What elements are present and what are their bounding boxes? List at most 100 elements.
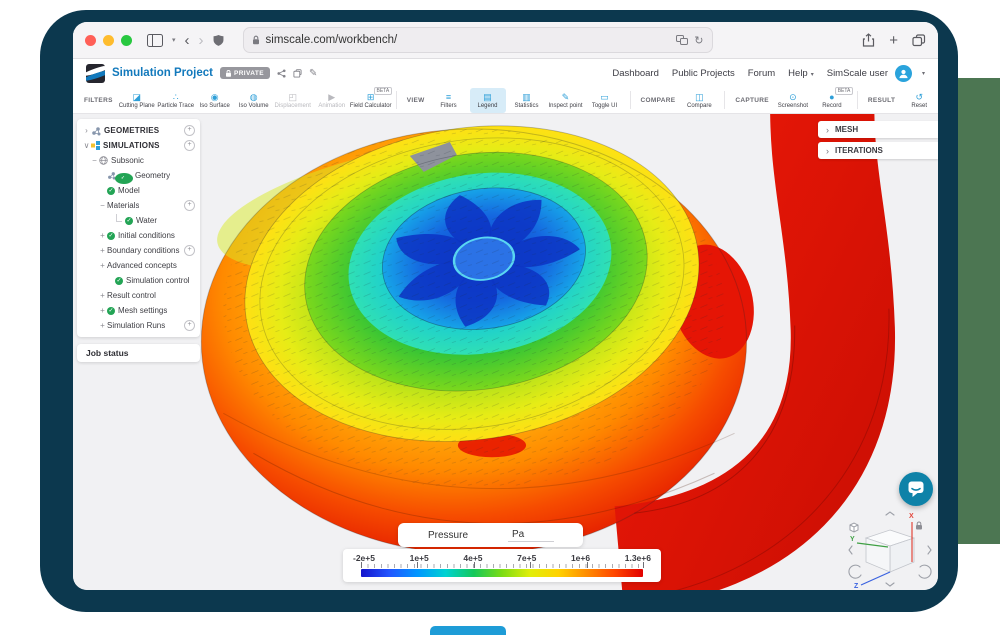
new-tab-button[interactable]: + [889,33,898,48]
nav-simscale-user[interactable]: SimScale user [827,68,888,79]
add-button[interactable]: + [184,200,195,211]
sidebar-toggle-button[interactable] [147,34,163,47]
expander-right-icon[interactable]: › [82,126,91,135]
tool-screenshot[interactable]: ⊙Screenshot [775,88,811,113]
url-text[interactable]: simscale.com/workbench/ [266,34,671,46]
view-lock-icon[interactable] [916,522,922,530]
back-button[interactable]: ‹ [185,33,190,48]
tree-item-simulation-runs[interactable]: +Simulation Runs+ [77,318,200,333]
expander-plus-icon[interactable]: + [98,321,107,330]
tool-particle-trace[interactable]: ∴Particle Trace [158,88,194,113]
nav-public-projects[interactable]: Public Projects [672,68,735,79]
expander-minus-icon[interactable]: − [90,156,99,165]
tree-item-water[interactable]: ✓Water [77,213,200,228]
tool-reset[interactable]: ↺Reset [901,88,937,113]
minimize-window-button[interactable] [103,35,114,46]
expander-plus-icon[interactable]: + [98,261,107,270]
add-button[interactable]: + [184,140,195,151]
add-button[interactable]: + [184,245,195,256]
tree-item-initial-conditions[interactable]: +✓Initial conditions [77,228,200,243]
tree-item-result-control[interactable]: +Result control [77,288,200,303]
close-window-button[interactable] [85,35,96,46]
viewport-3d[interactable]: ›GEOMETRIES+∨SIMULATIONS+−Subsonic✓Geome… [73,114,938,590]
results-toolbar: FILTERS◪Cutting Plane∴Particle Trace◉Iso… [73,87,938,114]
backdrop-green-panel [956,78,1000,544]
tree-item-geometry[interactable]: ✓Geometry [77,168,200,183]
toolbar-group-label-result: RESULT [868,97,895,104]
share-project-icon[interactable] [277,69,286,78]
chevron-down-icon[interactable]: ▾ [922,70,925,77]
roll-ccw-button[interactable] [849,565,861,578]
expander-plus-icon[interactable]: + [98,291,107,300]
chevron-down-icon[interactable]: ▾ [172,37,176,44]
tree-item-simulation-control[interactable]: ✓Simulation control [77,273,200,288]
tool-filters[interactable]: ≡Filters [431,88,467,113]
pump-pressure-model[interactable] [73,114,938,590]
tool-iso-surface[interactable]: ◉Iso Surface [197,88,233,113]
beta-badge: BETA [374,87,392,95]
legend-field-select[interactable]: Pressure [428,530,468,541]
add-button[interactable]: + [184,125,195,136]
add-button[interactable]: + [184,320,195,331]
project-title[interactable]: Simulation Project [112,67,213,79]
tool-iso-volume[interactable]: ◍Iso Volume [236,88,272,113]
nav-help[interactable]: Help▾ [788,68,814,79]
tool-toggle-ui[interactable]: ▭Toggle UI [587,88,623,113]
tool-cutting-plane[interactable]: ◪Cutting Plane [119,88,155,113]
nav-forum[interactable]: Forum [748,68,775,79]
reload-icon[interactable]: ↻ [694,34,703,47]
job-status-label: Job status [86,348,129,358]
copy-project-icon[interactable] [293,69,302,78]
rotate-right-button[interactable] [928,546,931,554]
chat-button[interactable] [899,472,933,506]
legend-unit-select[interactable]: Pa [508,529,554,542]
tool-label: Toggle UI [592,103,617,109]
translate-icon[interactable] [676,35,688,45]
tool-legend[interactable]: ▤Legend [470,88,506,113]
tool-label: Animation [318,103,345,109]
tool-statistics[interactable]: ▥Statistics [509,88,545,113]
job-status-panel[interactable]: Job status [77,344,200,362]
address-bar[interactable]: simscale.com/workbench/ ↻ [243,27,713,53]
expander-plus-icon[interactable]: + [98,231,107,240]
toggle-ui-icon: ▭ [600,92,609,102]
tool-compare[interactable]: ◫Compare [681,88,717,113]
tool-displacement[interactable]: ◰Displacement [275,88,311,113]
x-axis-label: X [909,513,914,520]
edit-icon[interactable]: ✎ [309,68,317,79]
rotate-up-button[interactable] [886,512,894,515]
iso-view-icon[interactable] [850,523,858,532]
tab-overview-icon[interactable] [912,34,926,47]
expander-minus-icon[interactable]: − [98,201,107,210]
iterations-panel-toggle[interactable]: › ITERATIONS [818,142,938,159]
expander-plus-icon[interactable]: + [98,246,107,255]
tree-item-advanced-concepts[interactable]: +Advanced concepts [77,258,200,273]
tool-field-calculator[interactable]: BETA⊞Field Calculator [353,88,389,113]
rotate-down-button[interactable] [886,583,894,586]
tree-item-geometries[interactable]: ›GEOMETRIES+ [77,123,200,138]
privacy-shield-icon[interactable] [213,34,224,47]
zoom-window-button[interactable] [121,35,132,46]
rotate-left-button[interactable] [849,546,852,554]
tree-item-materials[interactable]: −Materials+ [77,198,200,213]
tree-item-model[interactable]: ✓Model [77,183,200,198]
forward-button[interactable]: › [199,33,204,48]
tool-inspect-point[interactable]: ✎Inspect point [548,88,584,113]
view-navigation-widget[interactable]: X Y Z [844,508,936,590]
cube[interactable] [866,530,914,572]
tree-item-subsonic[interactable]: −Subsonic [77,153,200,168]
roll-cw-button[interactable] [919,565,931,578]
tool-record[interactable]: BETA●Record [814,88,850,113]
mesh-panel-toggle[interactable]: › MESH [818,121,938,138]
tree-item-boundary-conditions[interactable]: +Boundary conditions+ [77,243,200,258]
tool-animation[interactable]: ▶Animation [314,88,350,113]
expander-down-icon[interactable]: ∨ [82,141,91,150]
share-page-icon[interactable] [862,33,875,47]
tree-item-mesh-settings[interactable]: +✓Mesh settings [77,303,200,318]
tree-item-label: Water [136,216,157,225]
tree-item-simulations[interactable]: ∨SIMULATIONS+ [77,138,200,153]
avatar[interactable] [895,65,912,82]
expander-plus-icon[interactable]: + [98,306,107,315]
nav-dashboard[interactable]: Dashboard [612,68,658,79]
tree-elbow-line [116,214,122,222]
